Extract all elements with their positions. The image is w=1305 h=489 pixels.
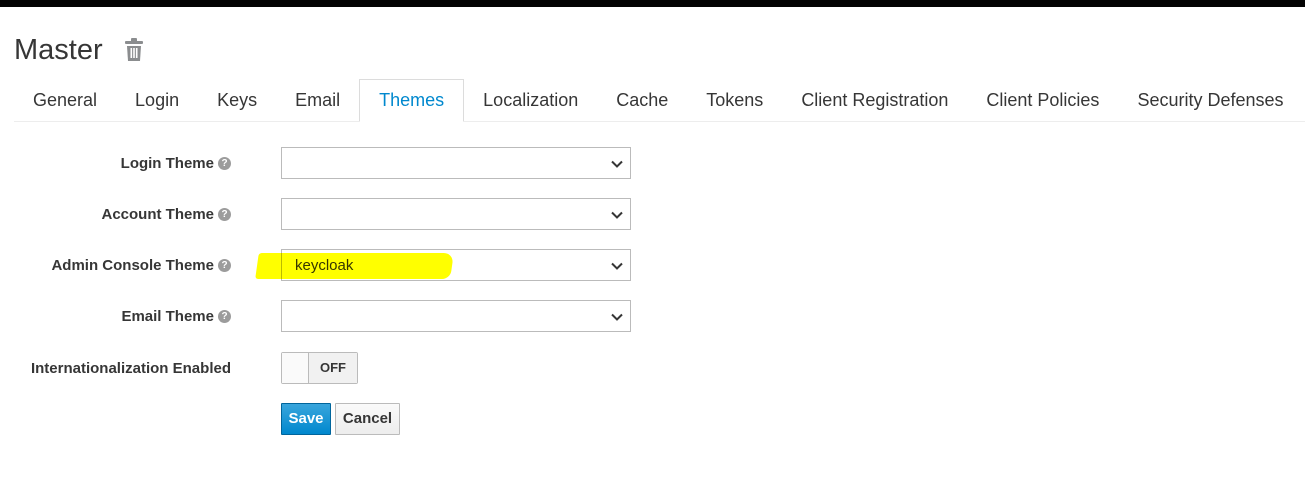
tab-email[interactable]: Email [276,79,359,121]
chevron-down-icon [611,262,623,270]
login-theme-label: Login Theme ? [20,153,231,173]
tab-keys[interactable]: Keys [198,79,276,121]
email-theme-label: Email Theme ? [20,306,231,326]
toggle-knob [282,353,309,383]
chevron-down-icon [611,313,623,321]
highlighter-mark [255,253,454,279]
question-circle-icon[interactable]: ? [218,156,231,170]
tab-client-registration[interactable]: Client Registration [782,79,967,121]
toggle-state: OFF [309,353,357,383]
email-theme-label-text: Email Theme [121,307,214,325]
tab-localization[interactable]: Localization [464,79,597,121]
question-circle-icon[interactable]: ? [218,207,231,221]
account-theme-select[interactable] [281,198,631,230]
chevron-down-icon [611,160,623,168]
page-header: Master [14,30,145,70]
tab-client-policies[interactable]: Client Policies [967,79,1118,121]
tab-security-defenses[interactable]: Security Defenses [1118,79,1302,121]
login-theme-label-text: Login Theme [120,154,214,172]
admin-console-theme-label-text: Admin Console Theme [51,256,214,274]
login-theme-select[interactable] [281,147,631,179]
account-theme-label-text: Account Theme [101,205,214,223]
page-title: Master [14,34,103,66]
tab-general[interactable]: General [14,79,116,121]
save-button[interactable]: Save [281,403,331,435]
question-circle-icon[interactable]: ? [218,309,231,323]
top-bar [0,0,1305,7]
question-circle-icon[interactable]: ? [218,258,231,272]
tab-themes[interactable]: Themes [359,79,465,122]
internationalization-label-text: Internationalization Enabled [30,359,231,377]
account-theme-label: Account Theme ? [20,204,231,224]
tab-login[interactable]: Login [116,79,198,121]
admin-console-theme-label: Admin Console Theme ? [20,255,231,275]
tab-tokens[interactable]: Tokens [687,79,782,121]
internationalization-label: Internationalization Enabled [20,358,231,378]
chevron-down-icon [611,211,623,219]
internationalization-toggle[interactable]: OFF [281,352,358,384]
tab-cache[interactable]: Cache [597,79,687,121]
email-theme-select[interactable] [281,300,631,332]
realm-tabs: General Login Keys Email Themes Localiza… [14,79,1305,122]
trash-icon[interactable] [123,38,145,62]
cancel-button[interactable]: Cancel [335,403,400,435]
